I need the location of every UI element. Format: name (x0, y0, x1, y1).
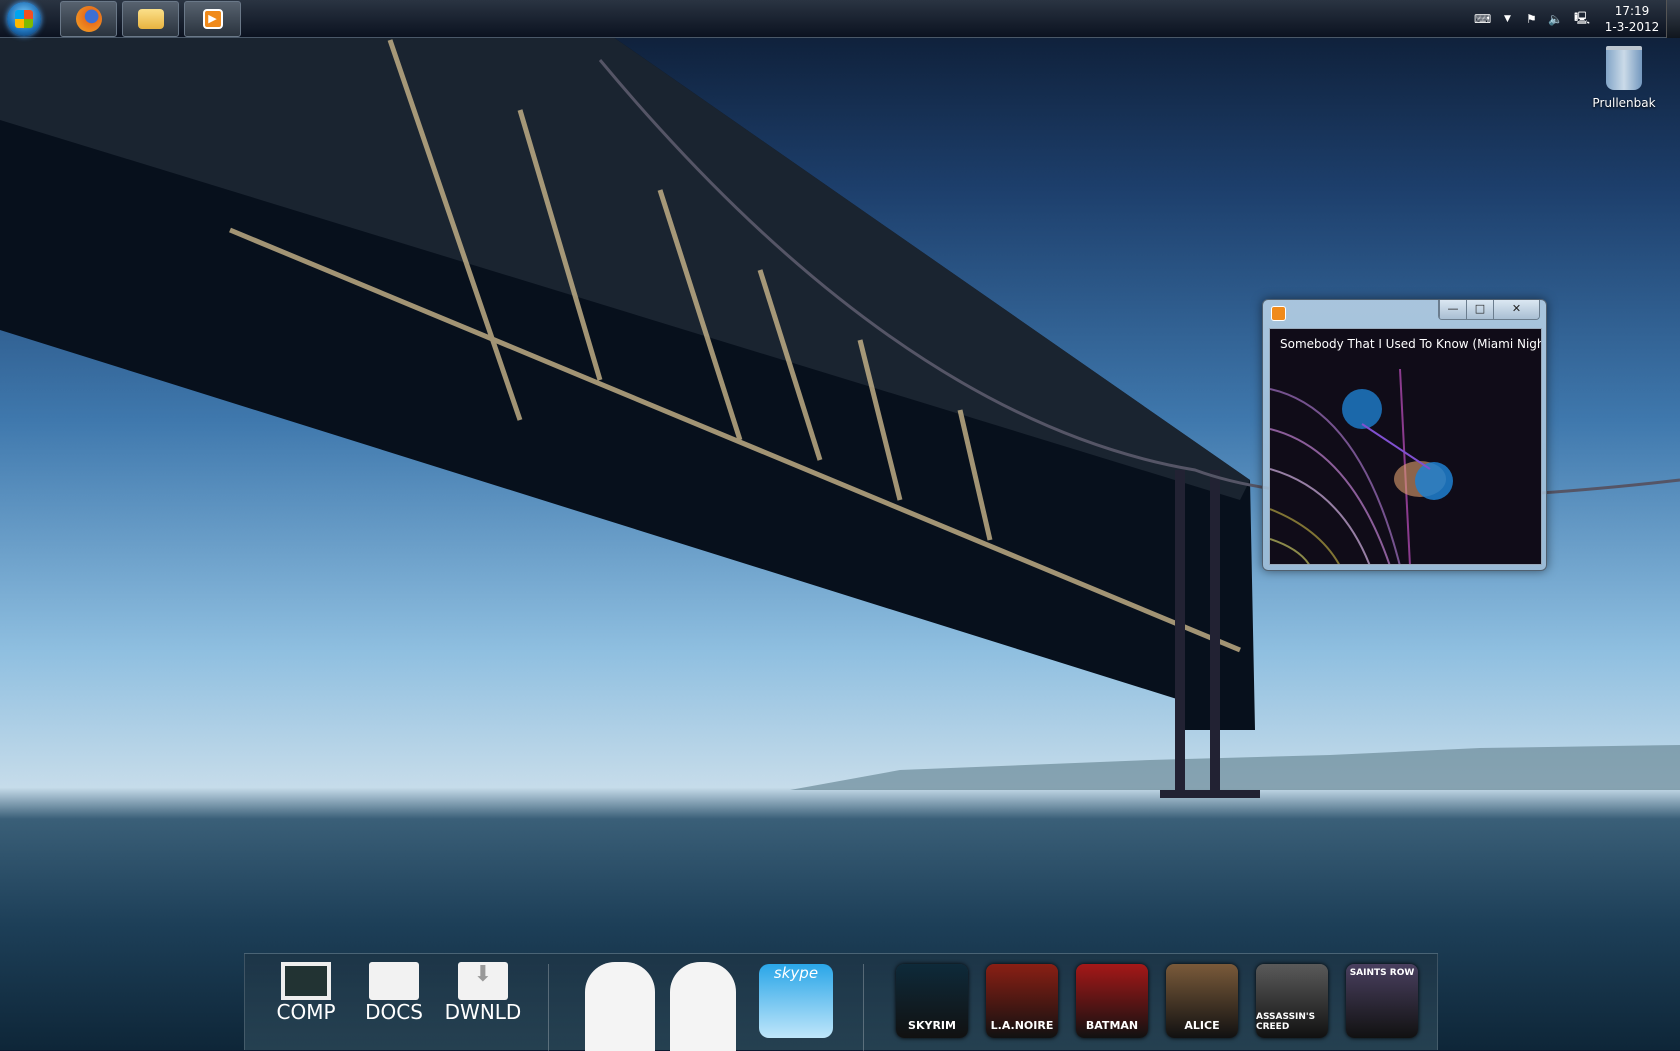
game-assassins-creed[interactable]: ASSASSIN'S CREED (1256, 964, 1328, 1038)
dock: COMP DOCS ⬇ DWNLD skype SKYRIM L.A.NOIRE… (244, 953, 1438, 1051)
windows-logo-icon (15, 10, 33, 28)
game-saints-row[interactable]: SAINTS ROW (1346, 964, 1418, 1038)
maximize-button[interactable]: □ (1466, 300, 1493, 319)
recycle-bin-label: Prullenbak (1592, 96, 1656, 110)
taskbar-button-explorer[interactable] (122, 1, 179, 37)
media-player-icon: ▶ (202, 9, 223, 29)
skype-label: skype (773, 964, 819, 982)
folder-icon (369, 962, 419, 1000)
daft-punk-thomas-icon[interactable] (585, 962, 655, 1051)
daft-punk-guy-manuel-icon[interactable] (670, 962, 736, 1051)
game-label: SAINTS ROW (1349, 968, 1415, 978)
download-folder-icon: ⬇ (458, 962, 508, 1000)
dock-item-computer[interactable]: COMP (271, 962, 341, 1024)
show-desktop-button[interactable] (1666, 0, 1680, 38)
now-playing-title: Somebody That I Used To Know (Miami Nigh… (1280, 337, 1542, 351)
taskbar-button-media-player[interactable]: ▶ (184, 1, 241, 37)
volume-icon[interactable]: 🔈 (1548, 0, 1563, 38)
game-label: L.A.NOIRE (990, 1019, 1054, 1032)
game-skyrim[interactable]: SKYRIM (896, 964, 968, 1038)
visualization-graphic (1270, 368, 1453, 564)
dock-separator (863, 964, 864, 1051)
game-label: ASSASSIN'S CREED (1256, 1012, 1316, 1032)
clock-time: 17:19 (1614, 4, 1650, 18)
recycle-bin[interactable]: Prullenbak (1588, 46, 1660, 110)
dock-separator (548, 964, 549, 1051)
game-batman[interactable]: BATMAN (1076, 964, 1148, 1038)
clock-date: 1-3-2012 (1604, 20, 1660, 34)
folder-icon (137, 9, 164, 29)
action-center-flag-icon[interactable]: ⚑ (1526, 0, 1537, 38)
dock-item-downloads[interactable]: ⬇ DWNLD (441, 962, 525, 1024)
keyboard-icon[interactable]: ⌨ (1474, 0, 1491, 38)
taskbar: ▶ ⌨ ▼ ⚑ 🔈 🖳 17:19 1-3-2012 (0, 0, 1680, 38)
game-alice[interactable]: ALICE (1166, 964, 1238, 1038)
show-hidden-icons-arrow[interactable]: ▼ (1504, 0, 1511, 38)
visualization: Somebody That I Used To Know (Miami Nigh… (1269, 328, 1542, 565)
close-button[interactable]: ✕ (1493, 300, 1539, 319)
dock-label: DWNLD (444, 1000, 522, 1024)
game-label: SKYRIM (908, 1019, 956, 1032)
clock[interactable]: 17:19 1-3-2012 (1600, 3, 1664, 35)
monitor-icon (281, 962, 331, 1000)
dock-label: DOCS (365, 1000, 423, 1024)
game-label: BATMAN (1085, 1019, 1139, 1032)
recycle-bin-icon (1606, 46, 1642, 90)
taskbar-button-firefox[interactable] (60, 1, 117, 37)
minimize-button[interactable]: — (1439, 300, 1466, 319)
media-player-window[interactable]: — □ ✕ Somebody That I Used To Know (Miam… (1262, 299, 1547, 571)
game-la-noire[interactable]: L.A.NOIRE (986, 964, 1058, 1038)
firefox-icon (75, 6, 102, 32)
game-label: ALICE (1184, 1019, 1220, 1032)
start-button[interactable] (7, 2, 41, 36)
dock-label: COMP (276, 1000, 336, 1024)
media-player-icon (1271, 306, 1286, 321)
dock-item-documents[interactable]: DOCS (359, 962, 429, 1024)
skype-icon[interactable]: skype (759, 964, 833, 1038)
network-icon[interactable]: 🖳 (1574, 0, 1590, 38)
